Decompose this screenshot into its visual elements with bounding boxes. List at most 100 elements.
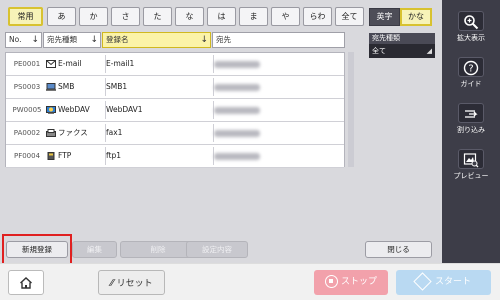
- help-icon: ?: [458, 57, 484, 77]
- row-type-label: ファクス: [58, 128, 88, 137]
- row-number: PA0002: [13, 129, 41, 137]
- sort-name-header[interactable]: 登録名 ↓: [102, 32, 211, 48]
- header-name-label: 登録名: [106, 35, 129, 44]
- row-type: ファクス: [46, 122, 104, 144]
- settings-content-button[interactable]: 設定内容: [186, 241, 248, 258]
- guide-label: ガイド: [460, 80, 482, 88]
- blurred-destination: [214, 60, 260, 68]
- filter-value: 全て: [372, 47, 386, 55]
- blurred-destination: [214, 129, 260, 137]
- list-scrollbar[interactable]: [348, 52, 354, 167]
- row-type: WebDAV: [46, 99, 104, 121]
- zoom-display-button[interactable]: 拡大表示: [446, 6, 496, 46]
- home-icon: [20, 277, 32, 289]
- guide-button[interactable]: ? ガイド: [446, 52, 496, 92]
- row-destination: [214, 53, 344, 75]
- list-item[interactable]: PA0002 ファクス fax1: [6, 122, 344, 145]
- tab-ka[interactable]: か: [79, 7, 108, 26]
- alpha-toggle[interactable]: 英字: [369, 8, 400, 26]
- row-type: SMB: [46, 76, 104, 98]
- dest-type-filter[interactable]: 宛先種類 全て ◢: [369, 33, 435, 59]
- row-name: fax1: [106, 128, 123, 137]
- edit-button[interactable]: 編集: [72, 241, 117, 258]
- preview-button[interactable]: プレビュー: [446, 144, 496, 184]
- webdav-icon: [46, 106, 56, 114]
- row-number: PW0005: [12, 106, 42, 114]
- tab-all[interactable]: 全て: [335, 7, 364, 26]
- sort-number-header[interactable]: No. ↓: [5, 32, 42, 48]
- smb-icon: [46, 83, 56, 91]
- row-number: PF0004: [13, 152, 41, 160]
- tab-ta[interactable]: た: [143, 7, 172, 26]
- ftp-icon: [47, 152, 55, 160]
- row-type-label: WebDAV: [58, 105, 90, 114]
- stop-label: ストップ: [340, 277, 377, 287]
- row-name: WebDAV1: [106, 105, 143, 114]
- reset-label: リセット: [116, 279, 153, 289]
- preview-label: プレビュー: [453, 172, 489, 180]
- list-item[interactable]: PE0001 E-mail E-mail1: [6, 53, 344, 76]
- destination-list: PE0001 E-mail E-mail1 PS0003 SMB SMB1 PW…: [5, 52, 345, 168]
- side-panel: 拡大表示 ? ガイド 割り込み プレビュー: [442, 0, 500, 263]
- row-destination: [214, 122, 344, 144]
- svg-text:?: ?: [468, 64, 473, 75]
- sort-arrow-icon: ↓: [200, 35, 208, 45]
- blurred-destination: [214, 83, 260, 91]
- row-name: E-mail1: [106, 59, 135, 68]
- tab-a[interactable]: あ: [47, 7, 76, 26]
- row-type: FTP: [46, 145, 104, 167]
- row-type-label: SMB: [58, 82, 75, 91]
- row-type-label: E-mail: [58, 59, 82, 68]
- highlight-frame: [2, 234, 72, 266]
- row-name: ftp1: [106, 151, 121, 160]
- interrupt-button[interactable]: 割り込み: [446, 98, 496, 138]
- start-icon: [413, 272, 432, 291]
- reset-button[interactable]: ⁄⁄ リセット: [98, 270, 165, 295]
- row-destination: [214, 99, 344, 121]
- fax-icon: [46, 129, 56, 137]
- address-book-panel: 常用 あ か さ た な は ま や らわ 全て 英字 かな No. ↓ 宛先種…: [0, 0, 442, 263]
- tab-na[interactable]: な: [175, 7, 204, 26]
- reset-icon: ⁄⁄: [110, 278, 114, 289]
- dest-header: 宛先: [212, 32, 345, 48]
- filter-label: 宛先種類: [369, 33, 435, 44]
- magnify-icon: [458, 11, 484, 31]
- stop-icon: [324, 275, 338, 288]
- sort-arrow-icon: ↓: [90, 35, 98, 45]
- delete-button[interactable]: 削除: [120, 241, 196, 258]
- filter-select[interactable]: 全て ◢: [369, 44, 435, 58]
- blurred-destination: [214, 106, 260, 114]
- header-dest-label: 宛先: [216, 35, 231, 44]
- kana-toggle[interactable]: かな: [400, 8, 432, 26]
- tab-frequent[interactable]: 常用: [8, 7, 43, 26]
- row-type: E-mail: [46, 53, 104, 75]
- sort-arrow-icon: ↓: [31, 35, 39, 45]
- header-type-label: 宛先種類: [47, 35, 77, 44]
- row-destination: [214, 145, 344, 167]
- list-item[interactable]: PS0003 SMB SMB1: [6, 76, 344, 99]
- tab-ya[interactable]: や: [271, 7, 300, 26]
- sort-type-header[interactable]: 宛先種類 ↓: [43, 32, 101, 48]
- row-number: PS0003: [13, 83, 41, 91]
- row-number: PE0001: [13, 60, 41, 68]
- stop-button[interactable]: ストップ: [314, 270, 388, 295]
- tab-sa[interactable]: さ: [111, 7, 140, 26]
- close-button[interactable]: 閉じる: [365, 241, 432, 258]
- bottom-bar: ⁄⁄ リセット ストップ スタート: [0, 263, 500, 300]
- start-button[interactable]: スタート: [396, 270, 491, 295]
- tab-ma[interactable]: ま: [239, 7, 268, 26]
- list-item[interactable]: PW0005 WebDAV WebDAV1: [6, 99, 344, 122]
- chevron-down-icon: ◢: [426, 47, 432, 55]
- tab-ha[interactable]: は: [207, 7, 236, 26]
- list-item[interactable]: PF0004 FTP ftp1: [6, 145, 344, 168]
- blurred-destination: [214, 152, 260, 160]
- interrupt-icon: [458, 103, 484, 123]
- zoom-label: 拡大表示: [457, 34, 485, 42]
- home-button[interactable]: [8, 270, 44, 295]
- interrupt-label: 割り込み: [457, 126, 485, 134]
- email-icon: [46, 60, 56, 68]
- tab-rawa[interactable]: らわ: [303, 7, 332, 26]
- start-label: スタート: [434, 277, 471, 287]
- row-type-label: FTP: [58, 151, 72, 160]
- row-name: SMB1: [106, 82, 128, 91]
